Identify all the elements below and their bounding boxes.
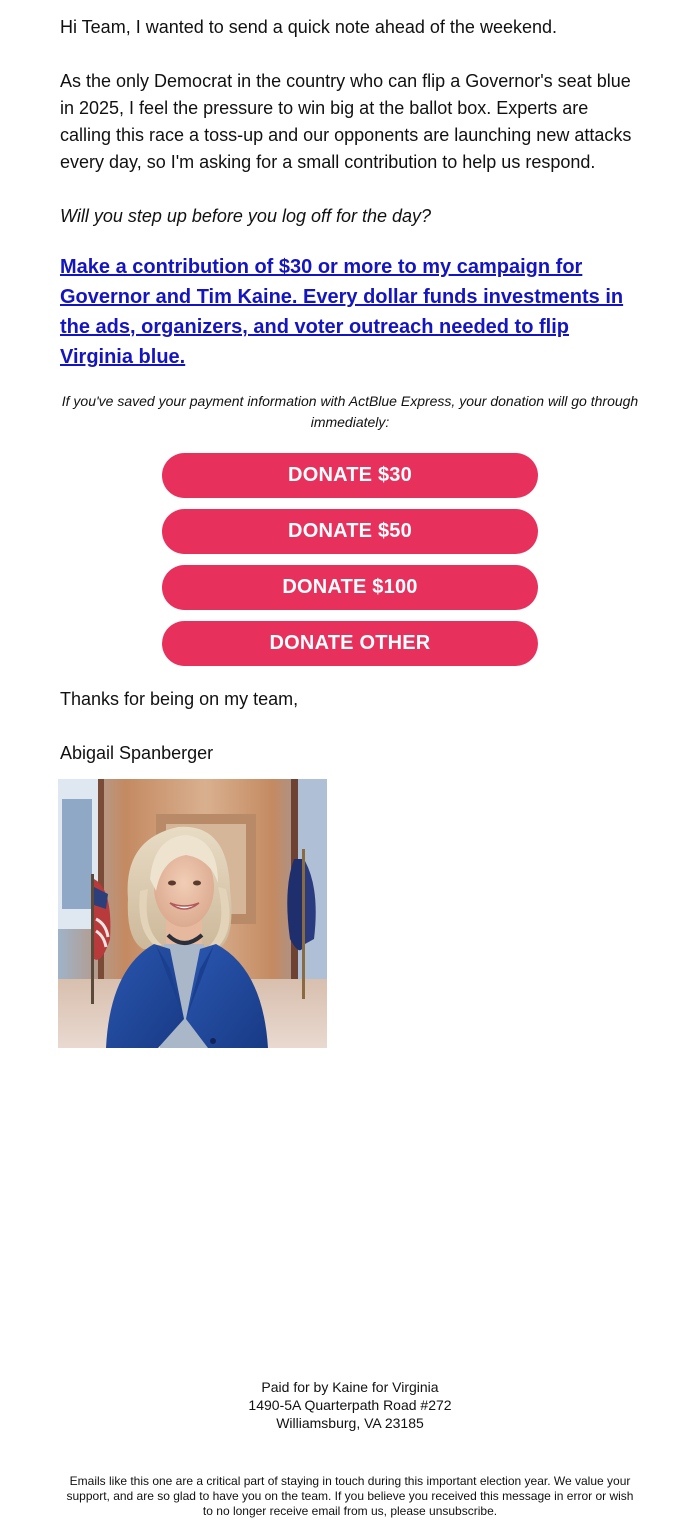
paid-for-disclaimer: Paid for by Kaine for Virginia 1490-5A Q… bbox=[0, 1378, 700, 1432]
donate-50-button[interactable]: DONATE $50 bbox=[162, 509, 538, 554]
paid-for-line: Paid for by Kaine for Virginia bbox=[261, 1379, 439, 1395]
greeting-text: Hi Team, I wanted to send a quick note a… bbox=[60, 17, 557, 37]
signature-name: Abigail Spanberger bbox=[60, 743, 214, 763]
candidate-portrait-image bbox=[58, 779, 327, 1048]
thanks-text: Thanks for being on my team, bbox=[60, 689, 299, 709]
unsubscribe-notice: Emails like this one are a critical part… bbox=[66, 1474, 634, 1518]
body-paragraph: As the only Democrat in the country who … bbox=[60, 71, 632, 172]
ask-text: Will you step up before you log off for … bbox=[60, 206, 432, 226]
actblue-express-note: If you've saved your payment information… bbox=[61, 393, 639, 430]
address-line-1: 1490-5A Quarterpath Road #272 bbox=[248, 1397, 452, 1413]
donate-100-button[interactable]: DONATE $100 bbox=[162, 565, 538, 610]
address-line-2: Williamsburg, VA 23185 bbox=[276, 1415, 424, 1431]
contribution-link[interactable]: Make a contribution of $30 or more to my… bbox=[60, 252, 640, 372]
donate-other-button[interactable]: DONATE OTHER bbox=[162, 621, 538, 666]
donate-30-button[interactable]: DONATE $30 bbox=[162, 453, 538, 498]
